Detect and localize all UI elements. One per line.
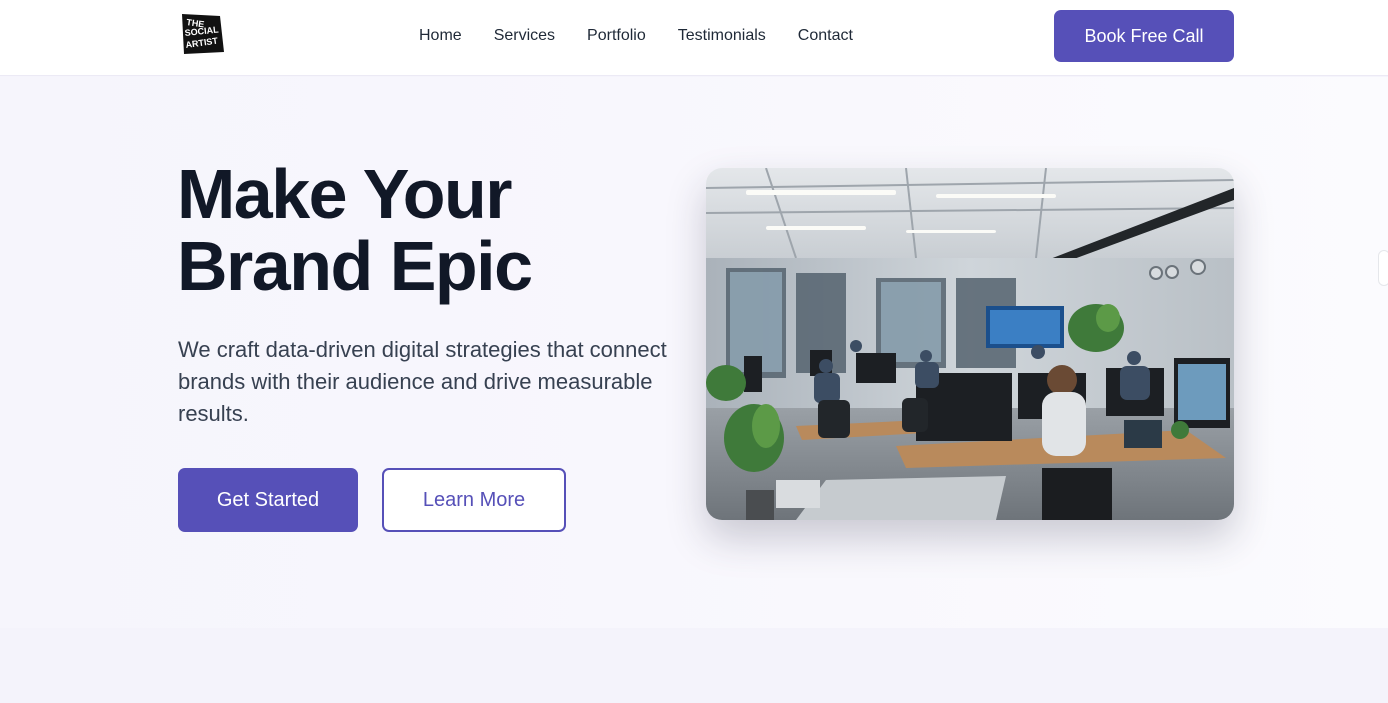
brand-logo-mark: THE SOCIAL ARTIST xyxy=(182,14,224,54)
brand-logo[interactable]: THE SOCIAL ARTIST xyxy=(180,12,226,56)
side-scroll-handle[interactable] xyxy=(1378,250,1388,286)
nav-home[interactable]: Home xyxy=(419,27,462,45)
next-section xyxy=(0,628,1388,703)
learn-more-button[interactable]: Learn More xyxy=(382,468,566,532)
nav-contact[interactable]: Contact xyxy=(798,27,853,45)
hero-headline-line-2: Brand Epic xyxy=(177,227,533,305)
hero-subtext: We craft data-driven digital strategies … xyxy=(178,337,667,426)
hero-office-image xyxy=(706,168,1234,520)
book-free-call-button[interactable]: Book Free Call xyxy=(1054,10,1234,62)
get-started-button[interactable]: Get Started xyxy=(178,468,358,532)
hero-headline: Make Your Brand Epic xyxy=(177,158,677,302)
nav-testimonials[interactable]: Testimonials xyxy=(678,27,766,45)
nav-portfolio[interactable]: Portfolio xyxy=(587,27,646,45)
hero-headline-line-1: Make Your xyxy=(177,155,513,233)
site-header: THE SOCIAL ARTIST Home Services Portfoli… xyxy=(0,0,1388,76)
office-photo-illustration xyxy=(706,168,1234,520)
nav-services[interactable]: Services xyxy=(494,27,555,45)
main-nav: Home Services Portfolio Testimonials Con… xyxy=(419,0,853,72)
